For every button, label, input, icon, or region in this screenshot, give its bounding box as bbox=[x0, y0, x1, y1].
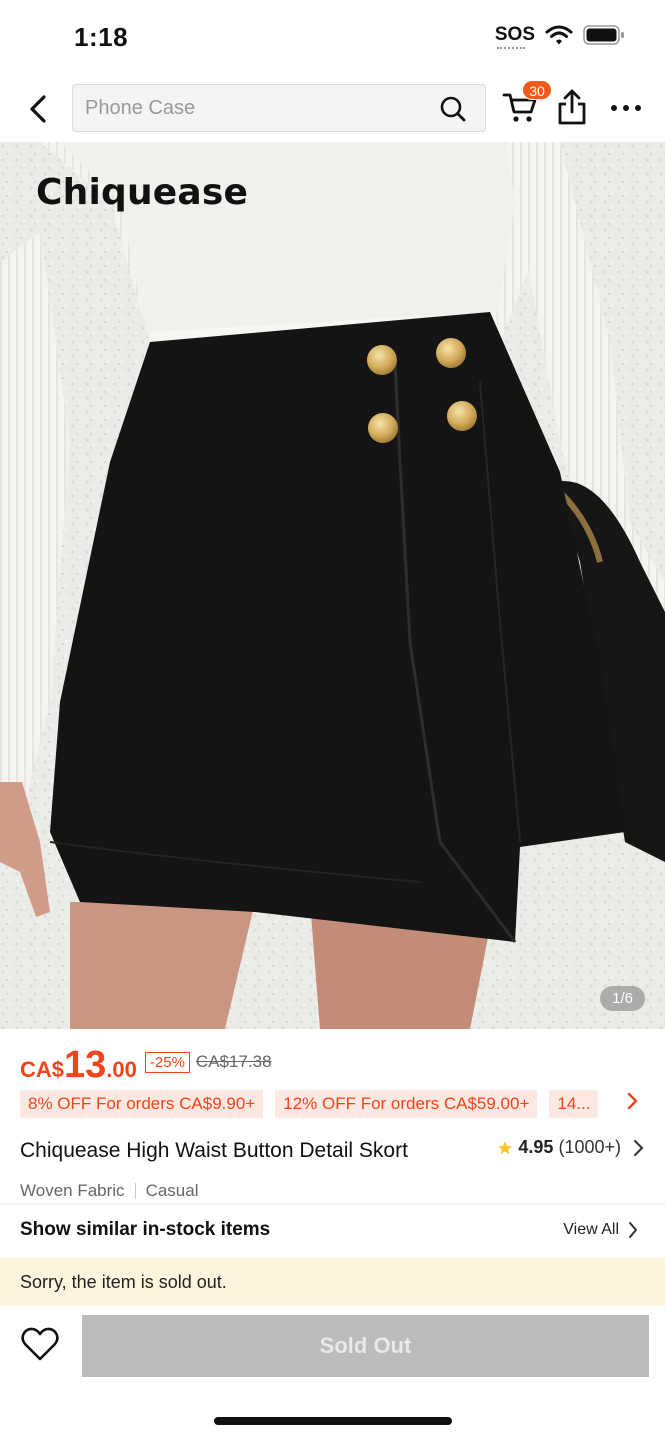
sold-out-notice: Sorry, the item is sold out. bbox=[0, 1258, 665, 1306]
search-input[interactable]: Phone Case bbox=[72, 84, 486, 132]
share-button[interactable] bbox=[556, 88, 592, 130]
rating-summary[interactable]: 4.95 (1000+) bbox=[497, 1137, 646, 1158]
sos-indicator: SOS bbox=[494, 24, 535, 49]
bottom-action-bar: Sold Out bbox=[0, 1306, 665, 1386]
brand-logo-overlay: Chiquease bbox=[36, 172, 249, 213]
attribute-tags: Woven Fabric Casual bbox=[20, 1181, 198, 1201]
battery-icon bbox=[583, 24, 625, 46]
heart-icon bbox=[21, 1327, 59, 1361]
view-all-link[interactable]: View All bbox=[563, 1221, 639, 1239]
similar-items-row[interactable]: Show similar in-stock items View All bbox=[0, 1206, 665, 1256]
product-title-row: Chiquease High Waist Button Detail Skort… bbox=[20, 1134, 646, 1170]
price-integer: 13 bbox=[64, 1044, 107, 1086]
top-nav-bar: Phone Case 30 bbox=[0, 78, 665, 142]
image-counter: 1/6 bbox=[600, 986, 645, 1011]
price-row: CA$ 13 .00 -25% CA$17.38 bbox=[20, 1044, 272, 1086]
wishlist-button[interactable] bbox=[20, 1326, 62, 1366]
view-all-label: View All bbox=[563, 1221, 619, 1238]
sold-out-notice-text: Sorry, the item is sold out. bbox=[20, 1272, 227, 1292]
tag-divider bbox=[134, 1183, 136, 1199]
back-button[interactable] bbox=[20, 88, 56, 130]
rating-count: (1000+) bbox=[558, 1137, 621, 1157]
coupon-tag[interactable]: 14... bbox=[549, 1090, 599, 1118]
wifi-icon bbox=[545, 24, 573, 46]
search-icon[interactable] bbox=[439, 95, 467, 128]
status-time: 1:18 bbox=[74, 22, 129, 52]
star-icon bbox=[498, 1140, 513, 1154]
discount-badge: -25% bbox=[144, 1051, 190, 1073]
chevron-right-icon[interactable] bbox=[626, 1092, 646, 1116]
product-photo bbox=[0, 142, 665, 1029]
product-image-carousel[interactable]: Chiquease 1/6 bbox=[0, 142, 665, 1029]
coupon-tag[interactable]: 8% OFF For orders CA$9.90+ bbox=[20, 1090, 264, 1118]
attribute-tag: Woven Fabric bbox=[20, 1181, 125, 1200]
sos-label: SOS bbox=[494, 24, 535, 45]
status-bar: 1:18 SOS bbox=[0, 0, 665, 78]
sold-out-button[interactable]: Sold Out bbox=[82, 1315, 649, 1377]
chevron-right-icon bbox=[634, 1139, 643, 1156]
back-icon bbox=[30, 95, 46, 123]
attribute-tag: Casual bbox=[145, 1181, 199, 1200]
chevron-right-icon bbox=[629, 1222, 637, 1238]
status-indicators: SOS bbox=[494, 24, 625, 49]
cart-button[interactable]: 30 bbox=[502, 80, 552, 130]
coupon-row[interactable]: 8% OFF For orders CA$9.90+ 12% OFF For o… bbox=[20, 1089, 646, 1119]
rating-value: 4.95 bbox=[518, 1137, 554, 1157]
original-price: CA$17.38 bbox=[195, 1052, 272, 1071]
search-placeholder: Phone Case bbox=[85, 97, 196, 119]
similar-items-title: Show similar in-stock items bbox=[20, 1219, 271, 1240]
share-icon bbox=[558, 89, 586, 125]
more-icon bbox=[611, 105, 641, 111]
section-divider bbox=[0, 1203, 665, 1205]
home-indicator[interactable] bbox=[214, 1417, 452, 1425]
product-title: Chiquease High Waist Button Detail Skort bbox=[20, 1139, 408, 1162]
cart-count-badge: 30 bbox=[522, 80, 552, 100]
price-currency: CA$ bbox=[20, 1057, 65, 1082]
more-options-button[interactable] bbox=[608, 90, 648, 126]
coupon-tag[interactable]: 12% OFF For orders CA$59.00+ bbox=[275, 1090, 538, 1118]
price-decimal: .00 bbox=[106, 1057, 137, 1082]
